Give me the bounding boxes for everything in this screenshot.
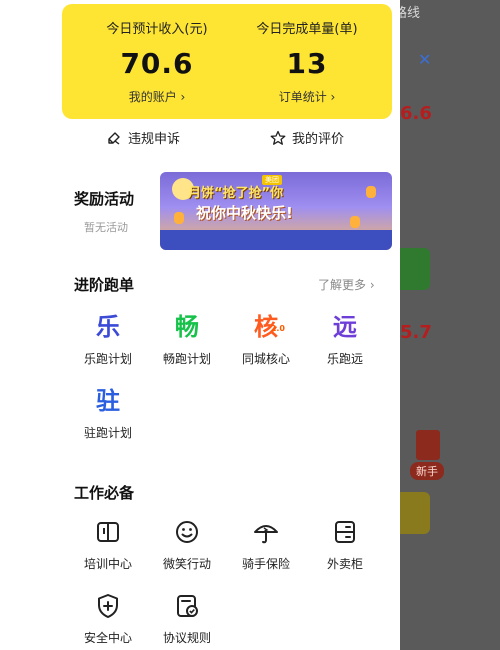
shield-icon — [98, 594, 118, 618]
plan-le-pao-yuan[interactable]: 远 乐跑远 — [310, 312, 380, 367]
star-icon — [270, 130, 286, 145]
appeal-icon — [108, 131, 120, 145]
earnings-card: 今日预计收入(元) 70.6 我的账户 › 今日完成单量(单) 13 订单统计 … — [62, 4, 392, 119]
gift-icon — [416, 430, 440, 460]
lantern-icon — [350, 216, 360, 228]
agreement-rules-button[interactable]: 协议规则 — [152, 592, 222, 646]
tool-label: 安全中心 — [83, 631, 132, 645]
plan-le-icon: 乐 — [96, 313, 120, 341]
plan-label: 同城核心 — [241, 352, 290, 366]
plan-zhu-icon: 驻 — [96, 387, 120, 415]
advanced-section-title: 进阶跑单 — [74, 276, 135, 294]
tool-label: 培训中心 — [83, 557, 132, 571]
banner-ground — [160, 230, 392, 250]
learn-more-link[interactable]: 了解更多 › — [318, 276, 375, 293]
book-icon — [97, 522, 119, 542]
income-label: 今日预计收入(元) — [106, 22, 208, 37]
income-value: 70.6 — [120, 47, 194, 80]
banner-greeting: 祝你中秋快乐! — [196, 204, 293, 222]
quick-actions: 违规申诉 我的评价 — [60, 128, 400, 156]
plan-chang-pao[interactable]: 畅 畅跑计划 — [152, 312, 222, 367]
tool-label: 骑手保险 — [241, 557, 290, 571]
rider-insurance-button[interactable]: 骑手保险 — [231, 518, 301, 572]
locker-icon — [335, 521, 355, 543]
close-icon: ✕ — [418, 50, 432, 69]
appeal-label: 违规申诉 — [128, 132, 181, 147]
plan-le-pao[interactable]: 乐 乐跑计划 — [73, 312, 143, 367]
background-value: 5.7 — [400, 322, 432, 343]
version-badge: 2.0 — [270, 324, 285, 333]
plan-zhu-pao[interactable]: 驻 驻跑计划 — [73, 386, 143, 441]
training-center-button[interactable]: 培训中心 — [73, 518, 143, 572]
orders-block: 今日完成单量(单) 13 订单统计 › — [232, 18, 382, 105]
plan-label: 畅跑计划 — [162, 352, 211, 366]
plan-core-icon: 核 2.0 — [231, 312, 301, 342]
orders-value: 13 — [286, 47, 328, 80]
side-drawer: 今日预计收入(元) 70.6 我的账户 › 今日完成单量(单) 13 订单统计 … — [60, 0, 400, 650]
umbrella-icon — [254, 525, 278, 544]
background-value: 6.6 — [400, 103, 432, 124]
income-block: 今日预计收入(元) 70.6 我的账户 › — [82, 18, 232, 105]
my-reviews-button[interactable]: 我的评价 — [270, 128, 344, 147]
plan-label: 乐跑计划 — [83, 352, 132, 366]
tools-section-title: 工作必备 — [74, 484, 135, 502]
plan-label: 乐跑远 — [326, 352, 363, 366]
smile-action-button[interactable]: 微笑行动 — [152, 518, 222, 572]
order-stats-link[interactable]: 订单统计 › — [232, 88, 382, 105]
document-check-icon — [177, 595, 198, 617]
my-account-link[interactable]: 我的账户 › — [82, 88, 232, 105]
orders-label: 今日完成单量(单) — [256, 22, 358, 37]
tool-label: 微笑行动 — [162, 557, 211, 571]
tool-label: 协议规则 — [162, 631, 211, 645]
newbie-badge: 新手 — [410, 462, 444, 480]
food-locker-button[interactable]: 外卖柜 — [310, 518, 380, 572]
background-green-button — [400, 248, 430, 290]
reward-empty-text: 暂无活动 — [84, 221, 128, 234]
banner-headline: 月饼“抢了抢”你 — [188, 186, 284, 201]
plan-city-core[interactable]: 核 2.0 同城核心 — [231, 312, 301, 367]
plan-label: 驻跑计划 — [83, 426, 132, 440]
plan-chang-icon: 畅 — [175, 313, 199, 341]
lantern-icon — [366, 186, 376, 198]
safety-center-button[interactable]: 安全中心 — [73, 592, 143, 646]
mid-autumn-banner[interactable]: 美团 月饼“抢了抢”你 祝你中秋快乐! — [160, 172, 392, 250]
appeal-button[interactable]: 违规申诉 — [106, 128, 180, 147]
smile-icon — [176, 521, 198, 543]
reward-section-title: 奖励活动 — [74, 190, 135, 208]
tool-label: 外卖柜 — [326, 557, 363, 571]
my-reviews-label: 我的评价 — [292, 132, 345, 147]
lantern-icon — [174, 212, 184, 224]
plan-yuan-icon: 远 — [333, 313, 357, 341]
background-yellow-button — [400, 492, 430, 534]
